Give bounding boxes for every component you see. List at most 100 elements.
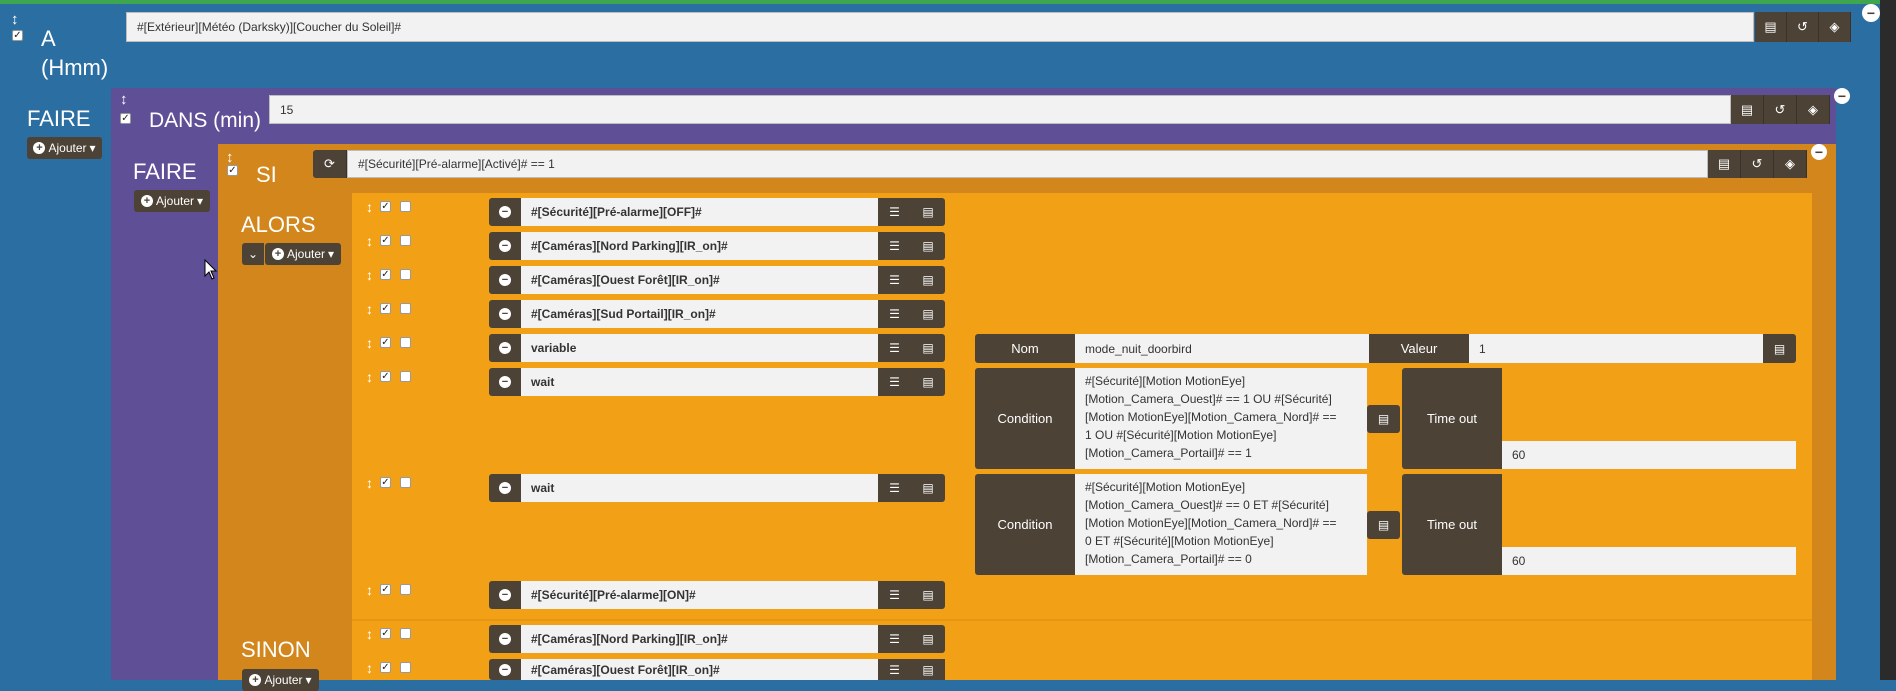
options-icon[interactable]: ☰	[878, 266, 911, 294]
si-condition-input[interactable]: #[Sécurité][Pré-alarme][Activé]# == 1	[347, 150, 1708, 178]
enable-checkbox[interactable]: ✓	[380, 303, 391, 314]
list-icon[interactable]: ▤	[1731, 95, 1764, 124]
enable-checkbox[interactable]: ✓	[380, 584, 391, 595]
options-icon[interactable]: ☰	[878, 300, 911, 328]
move-handle-icon[interactable]: ↕	[366, 233, 373, 249]
move-handle-icon[interactable]: ↕	[366, 267, 373, 283]
form-icon[interactable]: ▤	[1763, 334, 1796, 363]
form-icon[interactable]: ▤	[911, 659, 945, 680]
ajouter-button[interactable]: + Ajouter ▾	[27, 137, 102, 159]
remove-action-button[interactable]: −	[489, 659, 521, 680]
cube-icon[interactable]: ◈	[1774, 150, 1807, 178]
parallel-checkbox[interactable]	[400, 201, 411, 212]
options-icon[interactable]: ☰	[878, 581, 911, 609]
form-icon[interactable]: ▤	[911, 581, 945, 609]
enable-checkbox[interactable]: ✓	[380, 628, 391, 639]
form-icon[interactable]: ▤	[911, 232, 945, 260]
remove-action-button[interactable]: −	[489, 300, 521, 328]
remove-action-button[interactable]: −	[489, 266, 521, 294]
wait-timeout-input[interactable]: 60	[1502, 441, 1796, 469]
cube-icon[interactable]: ◈	[1797, 95, 1830, 124]
refresh-icon[interactable]: ⟳	[313, 150, 347, 178]
parallel-checkbox[interactable]	[400, 337, 411, 348]
cube-icon[interactable]: ◈	[1819, 12, 1851, 42]
remove-action-button[interactable]: −	[489, 198, 521, 226]
action-command-input[interactable]: #[Caméras][Nord Parking][IR_on]#	[521, 232, 878, 260]
list-icon[interactable]: ▤	[1755, 12, 1787, 42]
options-icon[interactable]: ☰	[878, 625, 911, 653]
move-handle-icon[interactable]: ↕	[11, 12, 19, 28]
enable-checkbox[interactable]: ✓	[380, 201, 391, 212]
move-handle-icon[interactable]: ↕	[226, 150, 234, 166]
options-icon[interactable]: ☰	[878, 474, 911, 502]
variable-valeur-input[interactable]: 1	[1469, 334, 1763, 363]
action-command-input[interactable]: variable	[521, 334, 878, 362]
action-command-input[interactable]: #[Caméras][Nord Parking][IR_on]#	[521, 625, 878, 653]
enable-checkbox[interactable]: ✓	[380, 337, 391, 348]
parallel-checkbox[interactable]	[400, 662, 411, 673]
ajouter-button[interactable]: + Ajouter ▾	[134, 190, 210, 212]
move-handle-icon[interactable]: ↕	[366, 626, 373, 642]
move-handle-icon[interactable]: ↕	[366, 369, 373, 385]
remove-dans-icon[interactable]: −	[1834, 88, 1850, 104]
form-icon[interactable]: ▤	[1367, 511, 1400, 539]
ajouter-button[interactable]: + Ajouter ▾	[265, 243, 341, 265]
form-icon[interactable]: ▤	[1367, 405, 1400, 433]
parallel-checkbox[interactable]	[400, 235, 411, 246]
parallel-checkbox[interactable]	[400, 269, 411, 280]
options-icon[interactable]: ☰	[878, 232, 911, 260]
wait-condition-input[interactable]: #[Sécurité][Motion MotionEye] [Motion_Ca…	[1075, 368, 1367, 469]
history-icon[interactable]: ↺	[1787, 12, 1819, 42]
form-icon[interactable]: ▤	[911, 266, 945, 294]
parallel-checkbox[interactable]	[400, 477, 411, 488]
move-handle-icon[interactable]: ↕	[366, 335, 373, 351]
move-handle-icon[interactable]: ↕	[120, 92, 128, 108]
scrollbar[interactable]	[1880, 0, 1896, 680]
options-icon[interactable]: ☰	[878, 198, 911, 226]
enable-checkbox[interactable]: ✓	[120, 113, 131, 124]
collapse-chevron-icon[interactable]: ⌄	[242, 243, 264, 265]
form-icon[interactable]: ▤	[911, 198, 945, 226]
form-icon[interactable]: ▤	[911, 368, 945, 396]
parallel-checkbox[interactable]	[400, 303, 411, 314]
enable-checkbox[interactable]: ✓	[380, 477, 391, 488]
form-icon[interactable]: ▤	[911, 474, 945, 502]
enable-checkbox[interactable]: ✓	[380, 235, 391, 246]
enable-checkbox[interactable]: ✓	[380, 662, 391, 673]
move-handle-icon[interactable]: ↕	[366, 475, 373, 491]
parallel-checkbox[interactable]	[400, 628, 411, 639]
form-icon[interactable]: ▤	[911, 625, 945, 653]
options-icon[interactable]: ☰	[878, 659, 911, 680]
remove-action-button[interactable]: −	[489, 625, 521, 653]
enable-checkbox[interactable]: ✓	[380, 371, 391, 382]
remove-action-button[interactable]: −	[489, 474, 521, 502]
parallel-checkbox[interactable]	[400, 371, 411, 382]
dans-value-input[interactable]: 15	[269, 95, 1731, 124]
move-handle-icon[interactable]: ↕	[366, 660, 373, 676]
action-command-input[interactable]: #[Sécurité][Pré-alarme][OFF]#	[521, 198, 878, 226]
wait-condition-input[interactable]: #[Sécurité][Motion MotionEye] [Motion_Ca…	[1075, 474, 1367, 575]
variable-nom-input[interactable]: mode_nuit_doorbird	[1075, 334, 1369, 363]
ajouter-button[interactable]: + Ajouter ▾	[242, 669, 319, 691]
remove-action-button[interactable]: −	[489, 334, 521, 362]
block-a-expression-input[interactable]: #[Extérieur][Météo (Darksky)][Coucher du…	[126, 12, 1754, 42]
parallel-checkbox[interactable]	[400, 584, 411, 595]
action-command-input[interactable]: #[Caméras][Ouest Forêt][IR_on]#	[521, 266, 878, 294]
move-handle-icon[interactable]: ↕	[366, 199, 373, 215]
options-icon[interactable]: ☰	[878, 368, 911, 396]
remove-action-button[interactable]: −	[489, 368, 521, 396]
remove-action-button[interactable]: −	[489, 232, 521, 260]
move-handle-icon[interactable]: ↕	[366, 582, 373, 598]
action-command-input[interactable]: #[Caméras][Sud Portail][IR_on]#	[521, 300, 878, 328]
enable-checkbox[interactable]: ✓	[380, 269, 391, 280]
form-icon[interactable]: ▤	[911, 334, 945, 362]
action-command-input[interactable]: #[Sécurité][Pré-alarme][ON]#	[521, 581, 878, 609]
form-icon[interactable]: ▤	[911, 300, 945, 328]
remove-block-a-icon[interactable]: −	[1862, 4, 1880, 22]
history-icon[interactable]: ↺	[1764, 95, 1797, 124]
list-icon[interactable]: ▤	[1708, 150, 1741, 178]
options-icon[interactable]: ☰	[878, 334, 911, 362]
move-handle-icon[interactable]: ↕	[366, 301, 373, 317]
enable-checkbox[interactable]: ✓	[227, 165, 238, 176]
wait-timeout-input[interactable]: 60	[1502, 547, 1796, 575]
